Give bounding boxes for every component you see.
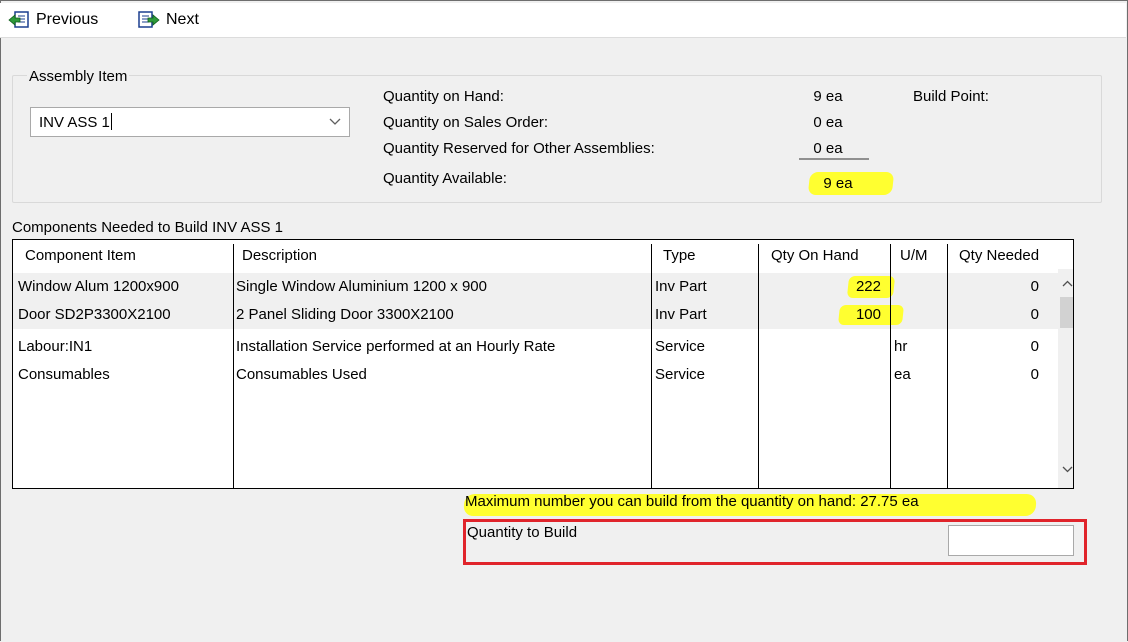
assembly-item-legend: Assembly Item (27, 68, 130, 85)
scroll-up-icon[interactable] (1058, 275, 1073, 291)
column-divider (758, 271, 759, 488)
table-row[interactable]: Window Alum 1200x900 Single Window Alumi… (13, 273, 1073, 301)
cell-component-item: Door SD2P3300X2100 (18, 306, 171, 323)
qty-available-label: Quantity Available: (383, 170, 507, 187)
table-row[interactable]: Door SD2P3300X2100 2 Panel Sliding Door … (13, 301, 1073, 329)
column-divider (233, 271, 234, 488)
cell-description: Consumables Used (236, 366, 367, 383)
cell-description: Installation Service performed at an Hou… (236, 338, 556, 355)
cell-qty-on-hand (763, 361, 881, 389)
previous-button[interactable]: Previous (8, 9, 98, 31)
next-icon (138, 11, 160, 29)
cell-qty-needed: 0 (1030, 306, 1039, 323)
qty-reserved-label: Quantity Reserved for Other Assemblies: (383, 140, 655, 157)
column-header-qty-on-hand[interactable]: Qty On Hand (771, 240, 859, 271)
cell-qty-on-hand: 222 (855, 278, 881, 295)
build-point-label: Build Point: (913, 88, 989, 105)
scroll-down-icon[interactable] (1058, 461, 1073, 477)
components-caption: Components Needed to Build INV ASS 1 (12, 219, 283, 236)
assembly-item-value: INV ASS 1 (39, 114, 110, 131)
cell-um: hr (894, 338, 908, 355)
cell-type: Inv Part (655, 278, 707, 295)
cell-type: Service (655, 338, 706, 355)
cell-description: Single Window Aluminium 1200 x 900 (236, 278, 487, 295)
column-header-description[interactable]: Description (242, 240, 317, 271)
cell-description: 2 Panel Sliding Door 3300X2100 (236, 306, 454, 323)
qty-on-sales-order-label: Quantity on Sales Order: (383, 114, 549, 131)
table-scrollbar[interactable] (1058, 269, 1073, 488)
previous-label: Previous (36, 11, 99, 28)
next-button[interactable]: Next (138, 9, 199, 31)
column-divider (947, 271, 948, 488)
chevron-down-icon[interactable] (321, 108, 349, 136)
cell-qty-needed: 0 (1030, 366, 1039, 383)
assembly-item-group: Assembly Item INV ASS 1 Quantity on Hand… (12, 68, 1102, 203)
toolbar: Previous Next (0, 3, 1126, 38)
text-cursor (110, 113, 112, 130)
column-divider (890, 271, 891, 488)
cell-qty-needed: 0 (1030, 278, 1039, 295)
cell-component-item: Window Alum 1200x900 (18, 278, 179, 295)
cell-component-item: Labour:IN1 (18, 338, 93, 355)
column-header-um[interactable]: U/M (900, 240, 928, 271)
assembly-item-dropdown[interactable]: INV ASS 1 (30, 107, 350, 137)
quantity-to-build-label: Quantity to Build (467, 524, 578, 541)
column-header-component-item[interactable]: Component Item (25, 240, 136, 271)
column-header-type[interactable]: Type (663, 240, 696, 271)
cell-qty-needed: 0 (1030, 338, 1039, 355)
column-divider (651, 271, 652, 488)
quantity-to-build-input[interactable] (948, 525, 1074, 556)
cell-um: ea (894, 366, 911, 383)
table-row[interactable]: Consumables Consumables Used Service ea … (13, 361, 1073, 389)
components-table: Component Item Description Type Qty On H… (12, 239, 1074, 489)
cell-qty-on-hand: 100 (855, 306, 881, 323)
scrollbar-thumb[interactable] (1060, 297, 1073, 328)
table-row[interactable]: Labour:IN1 Installation Service performe… (13, 333, 1073, 361)
max-build-text: Maximum number you can build from the qu… (465, 493, 919, 510)
qty-reserved-value: 0 ea (813, 140, 843, 157)
qty-on-hand-label: Quantity on Hand: (383, 88, 504, 105)
next-label: Next (166, 11, 199, 28)
qty-on-hand-value: 9 ea (813, 88, 843, 105)
qty-on-sales-order-value: 0 ea (813, 114, 843, 131)
cell-qty-on-hand (763, 333, 881, 361)
column-header-qty-needed[interactable]: Qty Needed (959, 240, 1039, 271)
cell-component-item: Consumables (18, 366, 110, 383)
qty-available-value: 9 ea (823, 175, 853, 192)
cell-type: Service (655, 366, 706, 383)
cell-type: Inv Part (655, 306, 707, 323)
sum-divider (799, 158, 869, 160)
previous-icon (8, 11, 30, 29)
